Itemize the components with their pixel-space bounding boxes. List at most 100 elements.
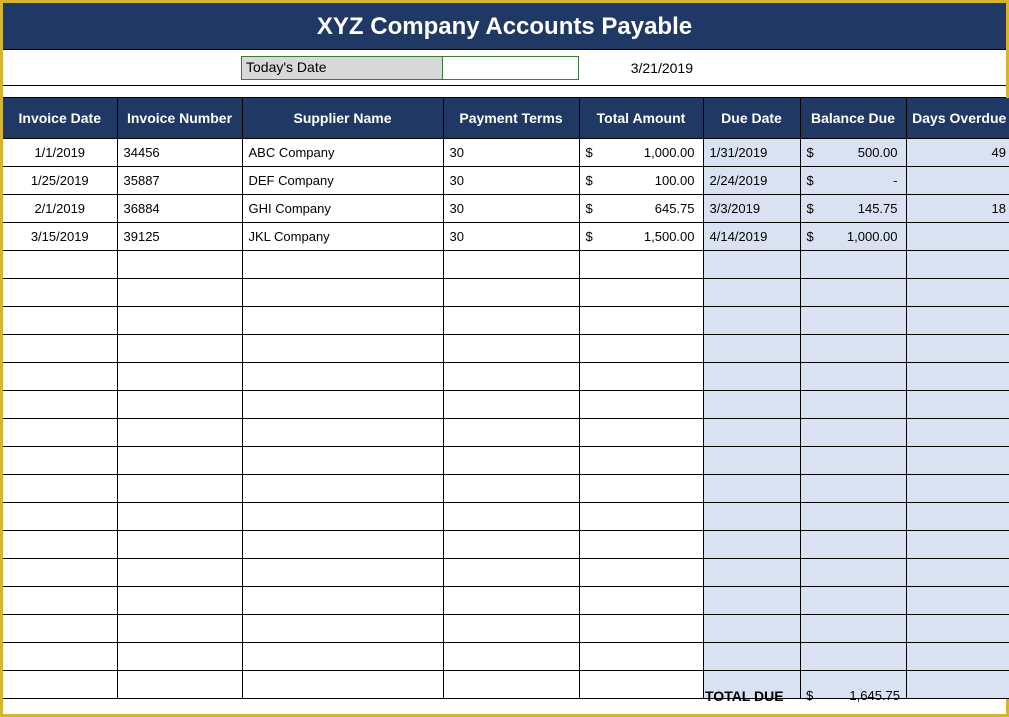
- cell-invoice-number[interactable]: [117, 390, 242, 418]
- cell-payment-terms[interactable]: 30: [443, 138, 579, 166]
- cell-supplier-name[interactable]: [242, 250, 443, 278]
- cell-days-overdue[interactable]: [906, 502, 1009, 530]
- cell-invoice-number[interactable]: [117, 334, 242, 362]
- cell-days-overdue[interactable]: [906, 558, 1009, 586]
- cell-invoice-date[interactable]: 1/1/2019: [3, 138, 117, 166]
- cell-total-amount[interactable]: [579, 474, 703, 502]
- cell-due-date[interactable]: [703, 362, 800, 390]
- cell-due-date[interactable]: [703, 530, 800, 558]
- cell-supplier-name[interactable]: [242, 558, 443, 586]
- cell-days-overdue[interactable]: [906, 418, 1009, 446]
- cell-total-amount[interactable]: $645.75: [579, 194, 703, 222]
- cell-days-overdue[interactable]: [906, 390, 1009, 418]
- cell-balance-due[interactable]: [800, 642, 906, 670]
- cell-total-amount[interactable]: $1,000.00: [579, 138, 703, 166]
- cell-supplier-name[interactable]: [242, 502, 443, 530]
- cell-days-overdue[interactable]: [906, 278, 1009, 306]
- cell-invoice-date[interactable]: [3, 530, 117, 558]
- cell-supplier-name[interactable]: ABC Company: [242, 138, 443, 166]
- cell-balance-due[interactable]: [800, 250, 906, 278]
- cell-invoice-date[interactable]: [3, 250, 117, 278]
- cell-due-date[interactable]: [703, 614, 800, 642]
- cell-balance-due[interactable]: [800, 586, 906, 614]
- cell-supplier-name[interactable]: [242, 362, 443, 390]
- cell-days-overdue[interactable]: [906, 166, 1009, 194]
- todays-date-gap-cell[interactable]: [443, 56, 579, 80]
- cell-balance-due[interactable]: [800, 418, 906, 446]
- cell-payment-terms[interactable]: 30: [443, 194, 579, 222]
- cell-balance-due[interactable]: [800, 446, 906, 474]
- cell-invoice-date[interactable]: [3, 334, 117, 362]
- cell-invoice-date[interactable]: [3, 306, 117, 334]
- cell-invoice-date[interactable]: [3, 502, 117, 530]
- cell-total-amount[interactable]: $1,500.00: [579, 222, 703, 250]
- cell-payment-terms[interactable]: [443, 250, 579, 278]
- col-header-due-date[interactable]: Due Date: [703, 98, 800, 138]
- cell-payment-terms[interactable]: [443, 278, 579, 306]
- col-header-invoice-date[interactable]: Invoice Date: [3, 98, 117, 138]
- cell-invoice-number[interactable]: [117, 418, 242, 446]
- col-header-total-amount[interactable]: Total Amount: [579, 98, 703, 138]
- cell-invoice-date[interactable]: [3, 642, 117, 670]
- cell-due-date[interactable]: [703, 250, 800, 278]
- cell-payment-terms[interactable]: [443, 614, 579, 642]
- cell-supplier-name[interactable]: [242, 334, 443, 362]
- cell-due-date[interactable]: [703, 558, 800, 586]
- todays-date-label-cell[interactable]: Today's Date: [241, 56, 443, 80]
- cell-days-overdue[interactable]: [906, 306, 1009, 334]
- cell-due-date[interactable]: [703, 278, 800, 306]
- cell-due-date[interactable]: [703, 502, 800, 530]
- cell-balance-due[interactable]: [800, 334, 906, 362]
- cell-due-date[interactable]: [703, 642, 800, 670]
- cell-days-overdue[interactable]: 49: [906, 138, 1009, 166]
- cell-total-amount[interactable]: [579, 502, 703, 530]
- cell-days-overdue[interactable]: 18: [906, 194, 1009, 222]
- cell-payment-terms[interactable]: [443, 362, 579, 390]
- cell-due-date[interactable]: [703, 586, 800, 614]
- cell-total-amount[interactable]: [579, 278, 703, 306]
- cell-supplier-name[interactable]: [242, 586, 443, 614]
- col-header-days-overdue[interactable]: Days Overdue: [906, 98, 1009, 138]
- cell-payment-terms[interactable]: 30: [443, 166, 579, 194]
- cell-balance-due[interactable]: [800, 390, 906, 418]
- cell-supplier-name[interactable]: [242, 306, 443, 334]
- cell-payment-terms[interactable]: [443, 586, 579, 614]
- cell-invoice-date[interactable]: [3, 446, 117, 474]
- cell-supplier-name[interactable]: [242, 446, 443, 474]
- cell-invoice-number[interactable]: 39125: [117, 222, 242, 250]
- cell-balance-due[interactable]: [800, 278, 906, 306]
- cell-total-amount[interactable]: [579, 530, 703, 558]
- cell-invoice-date[interactable]: [3, 614, 117, 642]
- cell-balance-due[interactable]: [800, 362, 906, 390]
- cell-balance-due[interactable]: $145.75: [800, 194, 906, 222]
- cell-total-amount[interactable]: [579, 558, 703, 586]
- cell-supplier-name[interactable]: [242, 390, 443, 418]
- cell-due-date[interactable]: 1/31/2019: [703, 138, 800, 166]
- cell-supplier-name[interactable]: [242, 614, 443, 642]
- cell-invoice-number[interactable]: [117, 250, 242, 278]
- cell-total-amount[interactable]: [579, 362, 703, 390]
- cell-payment-terms[interactable]: [443, 502, 579, 530]
- cell-supplier-name[interactable]: [242, 474, 443, 502]
- cell-days-overdue[interactable]: [906, 586, 1009, 614]
- cell-payment-terms[interactable]: [443, 530, 579, 558]
- cell-invoice-number[interactable]: 36884: [117, 194, 242, 222]
- cell-invoice-date[interactable]: [3, 474, 117, 502]
- cell-invoice-number[interactable]: [117, 278, 242, 306]
- cell-balance-due[interactable]: [800, 502, 906, 530]
- todays-date-value-cell[interactable]: 3/21/2019: [579, 60, 701, 76]
- cell-payment-terms[interactable]: [443, 390, 579, 418]
- cell-invoice-date[interactable]: [3, 558, 117, 586]
- cell-balance-due[interactable]: [800, 614, 906, 642]
- cell-invoice-date[interactable]: [3, 418, 117, 446]
- cell-balance-due[interactable]: $-: [800, 166, 906, 194]
- cell-payment-terms[interactable]: [443, 306, 579, 334]
- cell-invoice-number[interactable]: [117, 614, 242, 642]
- cell-supplier-name[interactable]: GHI Company: [242, 194, 443, 222]
- cell-invoice-number[interactable]: [117, 586, 242, 614]
- cell-balance-due[interactable]: [800, 558, 906, 586]
- cell-balance-due[interactable]: [800, 530, 906, 558]
- cell-invoice-date[interactable]: 1/25/2019: [3, 166, 117, 194]
- cell-days-overdue[interactable]: [906, 530, 1009, 558]
- cell-due-date[interactable]: [703, 474, 800, 502]
